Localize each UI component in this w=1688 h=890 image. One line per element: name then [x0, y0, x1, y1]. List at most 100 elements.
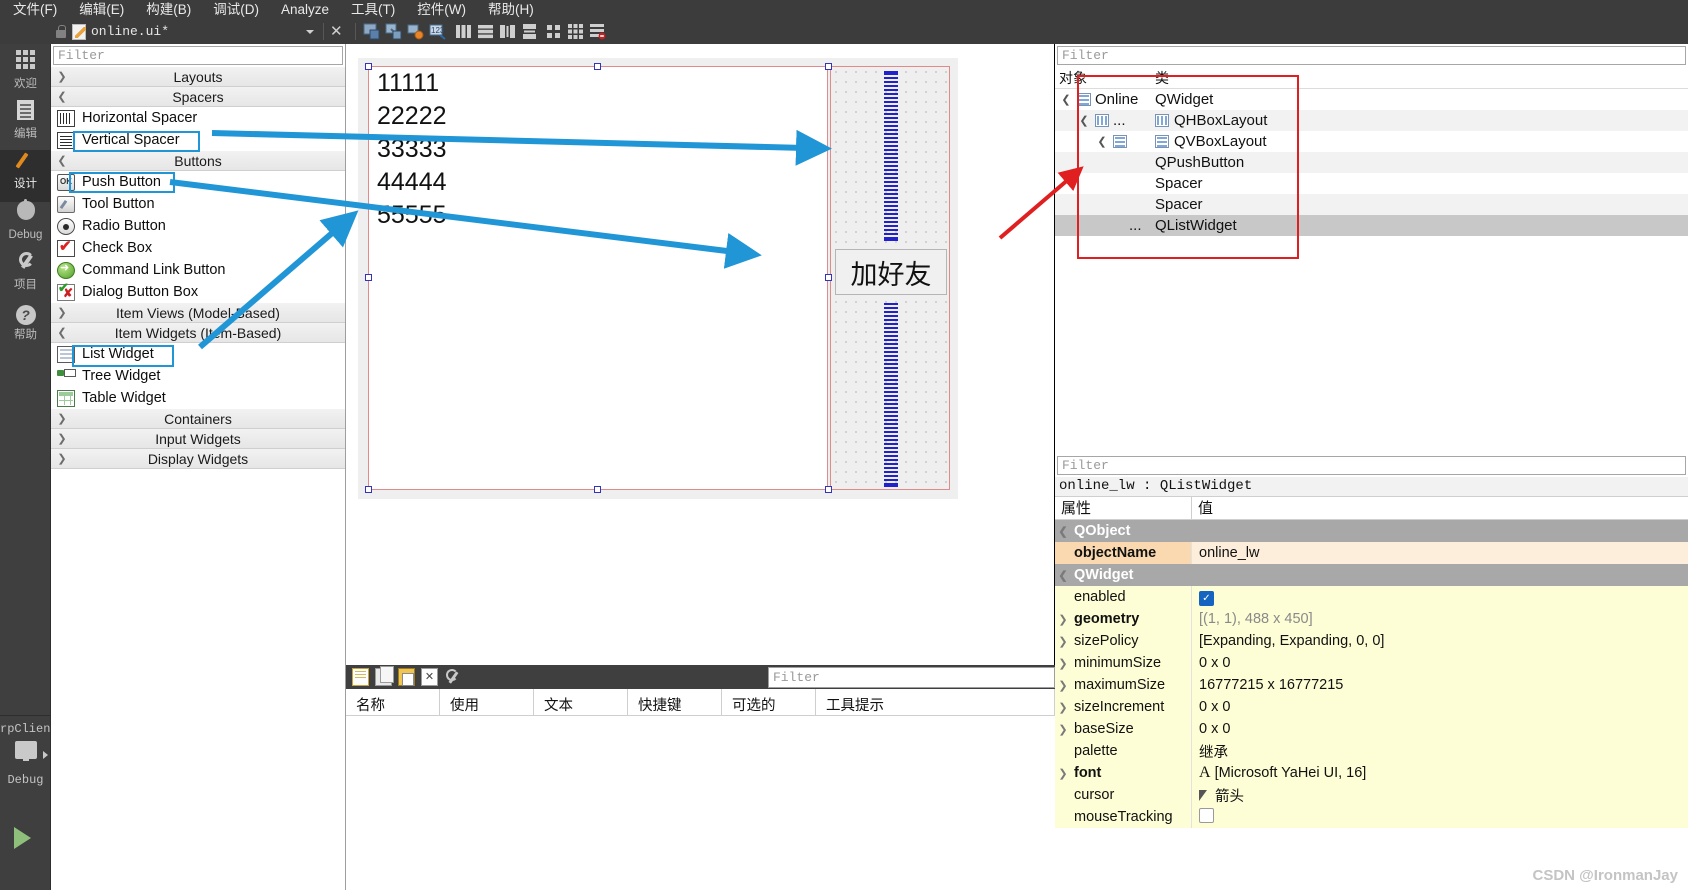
list-item[interactable]: 22222 — [369, 100, 827, 133]
mode-button-projects[interactable]: 项目 — [0, 251, 51, 303]
property-value-objectname[interactable]: online_lw — [1192, 545, 1688, 561]
configure-icon[interactable] — [444, 668, 461, 686]
break-layout-icon[interactable] — [589, 23, 606, 40]
menu-item-help[interactable]: 帮助(H) — [477, 0, 545, 19]
mode-button-design[interactable]: 设计 — [0, 150, 51, 202]
column-header-checkable[interactable]: 可选的 — [722, 689, 816, 715]
lock-icon[interactable] — [55, 25, 67, 38]
widget-category-containers[interactable]: ❯ Containers — [51, 409, 345, 429]
lay-out-splitter-horizontal-icon[interactable] — [499, 23, 516, 40]
property-value-basesize[interactable]: 0 x 0 — [1192, 721, 1688, 737]
menu-item-build[interactable]: 构建(B) — [135, 0, 202, 19]
widget-item-tree-widget[interactable]: Tree Widget — [51, 365, 345, 387]
property-group-qobject[interactable]: ❮ QObject — [1055, 520, 1688, 542]
list-item[interactable]: 33333 — [369, 133, 827, 166]
widget-item-dialog-button-box[interactable]: Dialog Button Box — [51, 280, 345, 303]
widget-category-item-views[interactable]: ❯ Item Views (Model-Based) — [51, 303, 345, 323]
close-document-button[interactable]: ✕ — [330, 19, 343, 44]
form-push-button-add-friend[interactable]: 加好友 — [835, 249, 947, 295]
run-button[interactable] — [14, 827, 31, 852]
resize-handle-bottom-left[interactable] — [365, 486, 372, 493]
list-item[interactable]: 44444 — [369, 166, 827, 199]
property-group-qwidget[interactable]: ❮ QWidget — [1055, 564, 1688, 586]
chevron-right-icon[interactable]: ❯ — [1055, 613, 1071, 626]
adjust-size-icon[interactable] — [363, 23, 380, 40]
widget-item-command-link-button[interactable]: Command Link Button — [51, 259, 345, 281]
chevron-right-icon[interactable]: ❯ — [1055, 657, 1071, 670]
widget-category-item-widgets[interactable]: ❮ Item Widgets (Item-Based) — [51, 323, 345, 343]
widget-item-horizontal-spacer[interactable]: Horizontal Spacer — [51, 107, 345, 129]
property-row-palette[interactable]: palette 继承 — [1055, 740, 1688, 762]
property-row-enabled[interactable]: enabled ✓ — [1055, 586, 1688, 608]
chevron-right-icon[interactable]: ❯ — [1055, 679, 1071, 692]
open-document-combo[interactable]: online.ui* — [55, 19, 320, 44]
form-list-widget-online-lw[interactable]: 11111 22222 33333 44444 55555 — [368, 66, 828, 490]
menu-item-tools[interactable]: 工具(T) — [340, 0, 406, 19]
vertical-spacer-top[interactable] — [884, 71, 898, 241]
paste-icon[interactable] — [398, 668, 415, 686]
resize-handle-bottom-center[interactable] — [594, 486, 601, 493]
widget-category-display-widgets[interactable]: ❯ Display Widgets — [51, 449, 345, 469]
resize-handle-top-left[interactable] — [365, 63, 372, 70]
mousetracking-checkbox[interactable] — [1199, 807, 1214, 823]
resize-handle-mid-left[interactable] — [365, 274, 372, 281]
property-row-mousetracking[interactable]: mouseTracking — [1055, 806, 1688, 828]
menu-item-debug[interactable]: 调试(D) — [202, 0, 270, 19]
property-row-maximumsize[interactable]: ❯ maximumSize 16777215 x 16777215 — [1055, 674, 1688, 696]
resize-handle-bottom-right[interactable] — [825, 486, 832, 493]
column-header-property[interactable]: 属性 — [1055, 497, 1192, 519]
chevron-right-icon[interactable]: ❯ — [1055, 723, 1071, 736]
property-value-minimumsize[interactable]: 0 x 0 — [1192, 655, 1688, 671]
edit-signals-slots-icon[interactable] — [407, 23, 424, 40]
menu-item-file[interactable]: 文件(F) — [2, 0, 68, 19]
enabled-checkbox[interactable]: ✓ — [1199, 590, 1214, 606]
property-value-geometry[interactable]: [(1, 1), 488 x 450] — [1192, 611, 1688, 627]
mode-button-help[interactable]: ? 帮助 — [0, 301, 51, 353]
widget-item-radio-button[interactable]: Radio Button — [51, 215, 345, 237]
column-header-text[interactable]: 文本 — [534, 689, 628, 715]
action-editor-filter-input[interactable]: Filter — [768, 667, 1055, 688]
mode-button-welcome[interactable]: 欢迎 — [0, 50, 51, 102]
property-row-sizeincrement[interactable]: ❯ sizeIncrement 0 x 0 — [1055, 696, 1688, 718]
chevron-right-icon[interactable] — [43, 751, 48, 759]
property-row-geometry[interactable]: ❯ geometry [(1, 1), 488 x 450] — [1055, 608, 1688, 630]
lay-out-in-form-icon[interactable] — [545, 23, 562, 40]
lay-out-splitter-vertical-icon[interactable] — [521, 23, 538, 40]
column-header-shortcut[interactable]: 快捷键 — [628, 689, 722, 715]
form-window-online[interactable]: 11111 22222 33333 44444 55555 加好友 — [358, 58, 958, 499]
list-item[interactable]: 11111 — [369, 67, 827, 100]
mode-button-edit[interactable]: 编辑 — [0, 100, 51, 152]
edit-buddies-icon[interactable]: 123 — [429, 23, 446, 40]
vertical-spacer-bottom[interactable] — [884, 303, 898, 487]
menu-item-analyze[interactable]: Analyze — [270, 0, 340, 19]
resize-handle-top-center[interactable] — [594, 63, 601, 70]
new-action-icon[interactable] — [352, 668, 369, 686]
menu-item-widgets[interactable]: 控件(W) — [406, 0, 477, 19]
property-value-sizepolicy[interactable]: [Expanding, Expanding, 0, 0] — [1192, 633, 1688, 649]
chevron-down-icon[interactable]: ❮ — [1055, 569, 1071, 582]
widget-category-spacers[interactable]: ❮ Spacers — [51, 87, 345, 107]
delete-icon[interactable]: ✕ — [421, 668, 438, 686]
kit-selector-button[interactable] — [0, 741, 51, 775]
property-editor-filter-input[interactable]: Filter — [1057, 456, 1686, 475]
column-header-value[interactable]: 值 — [1192, 497, 1688, 519]
widget-item-table-widget[interactable]: Table Widget — [51, 387, 345, 409]
chevron-down-icon[interactable]: ❮ — [1059, 93, 1073, 106]
column-header-name[interactable]: 名称 — [346, 689, 440, 715]
widget-box-filter-input[interactable]: Filter — [53, 46, 343, 65]
column-header-tooltip[interactable]: 工具提示 — [816, 689, 1055, 715]
menu-item-edit[interactable]: 编辑(E) — [68, 0, 135, 19]
object-inspector-filter-input[interactable]: Filter — [1057, 46, 1686, 65]
lay-out-break-icon[interactable] — [385, 23, 402, 40]
list-item[interactable]: 55555 — [369, 199, 827, 232]
property-value-cursor[interactable]: 箭头 — [1215, 789, 1244, 805]
resize-handle-mid-right[interactable] — [825, 274, 832, 281]
property-value-sizeincrement[interactable]: 0 x 0 — [1192, 699, 1688, 715]
property-value-maximumsize[interactable]: 16777215 x 16777215 — [1192, 677, 1688, 693]
property-row-basesize[interactable]: ❯ baseSize 0 x 0 — [1055, 718, 1688, 740]
property-value-palette[interactable]: 继承 — [1192, 741, 1688, 762]
form-vbox-layout-column[interactable]: 加好友 — [830, 66, 950, 490]
resize-handle-top-right[interactable] — [825, 63, 832, 70]
property-row-font[interactable]: ❯ font A [Microsoft YaHei UI, 16] — [1055, 762, 1688, 784]
lay-out-vertically-icon[interactable] — [477, 23, 494, 40]
